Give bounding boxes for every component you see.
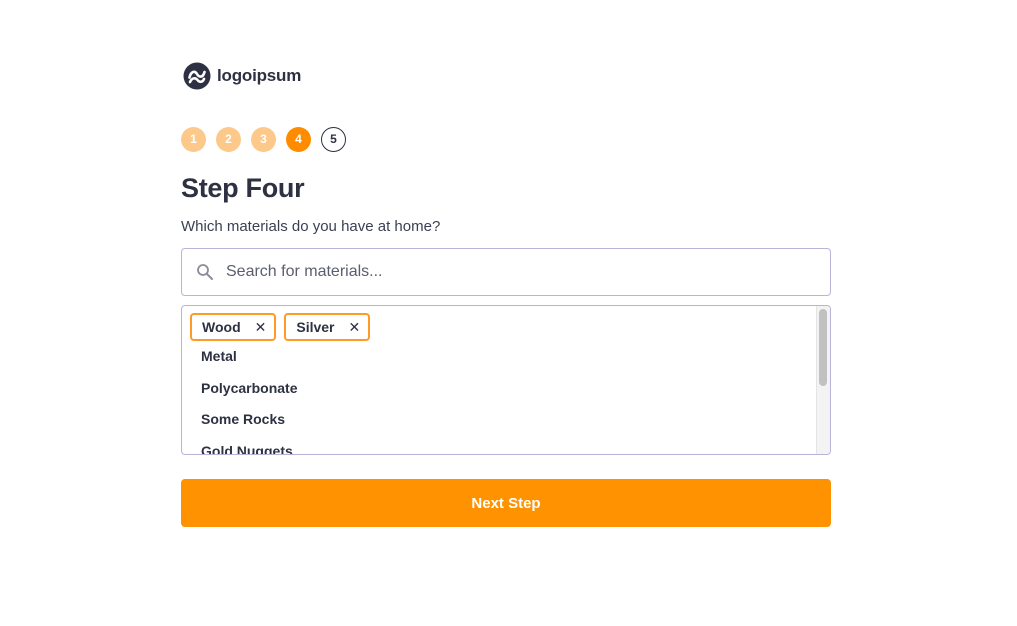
onboarding-form: logoipsum 1 2 3 4 5 Step Four Which mate… [181, 60, 831, 527]
brand-name: logoipsum [217, 66, 302, 85]
search-box[interactable] [181, 248, 831, 296]
logoipsum-logo-icon [183, 62, 211, 90]
materials-listbox[interactable]: Wood ✕ Silver ✕ Metal Polycarbonate Some… [181, 305, 831, 455]
step-5[interactable]: 5 [321, 126, 346, 152]
step-4[interactable]: 4 [286, 126, 311, 152]
question-text: Which materials do you have at home? [181, 218, 441, 235]
scrollbar-thumb[interactable] [819, 309, 827, 386]
options-list: Metal Polycarbonate Some Rocks Gold Nugg… [182, 341, 830, 455]
search-input[interactable] [226, 249, 830, 295]
page-title: Step Four [181, 173, 305, 203]
option-some-rocks[interactable]: Some Rocks [201, 404, 830, 436]
option-metal[interactable]: Metal [201, 341, 830, 373]
listbox-scrollbar[interactable] [816, 306, 830, 454]
option-gold-nuggets[interactable]: Gold Nuggets [201, 436, 830, 455]
option-polycarbonate[interactable]: Polycarbonate [201, 373, 830, 405]
search-icon [197, 264, 213, 280]
close-icon[interactable]: ✕ [255, 320, 267, 334]
chip-silver[interactable]: Silver ✕ [284, 313, 371, 341]
next-step-button[interactable]: Next Step [181, 479, 831, 527]
selected-chips: Wood ✕ Silver ✕ [182, 306, 830, 341]
step-indicator: 1 2 3 4 5 [181, 126, 831, 152]
step-1[interactable]: 1 [181, 126, 206, 152]
step-2[interactable]: 2 [216, 126, 241, 152]
chip-label: Silver [296, 319, 335, 335]
chip-label: Wood [202, 319, 241, 335]
chip-wood[interactable]: Wood ✕ [190, 313, 277, 341]
step-3[interactable]: 3 [251, 126, 276, 152]
brand-logo[interactable]: logoipsum [181, 60, 831, 92]
close-icon[interactable]: ✕ [349, 320, 361, 334]
